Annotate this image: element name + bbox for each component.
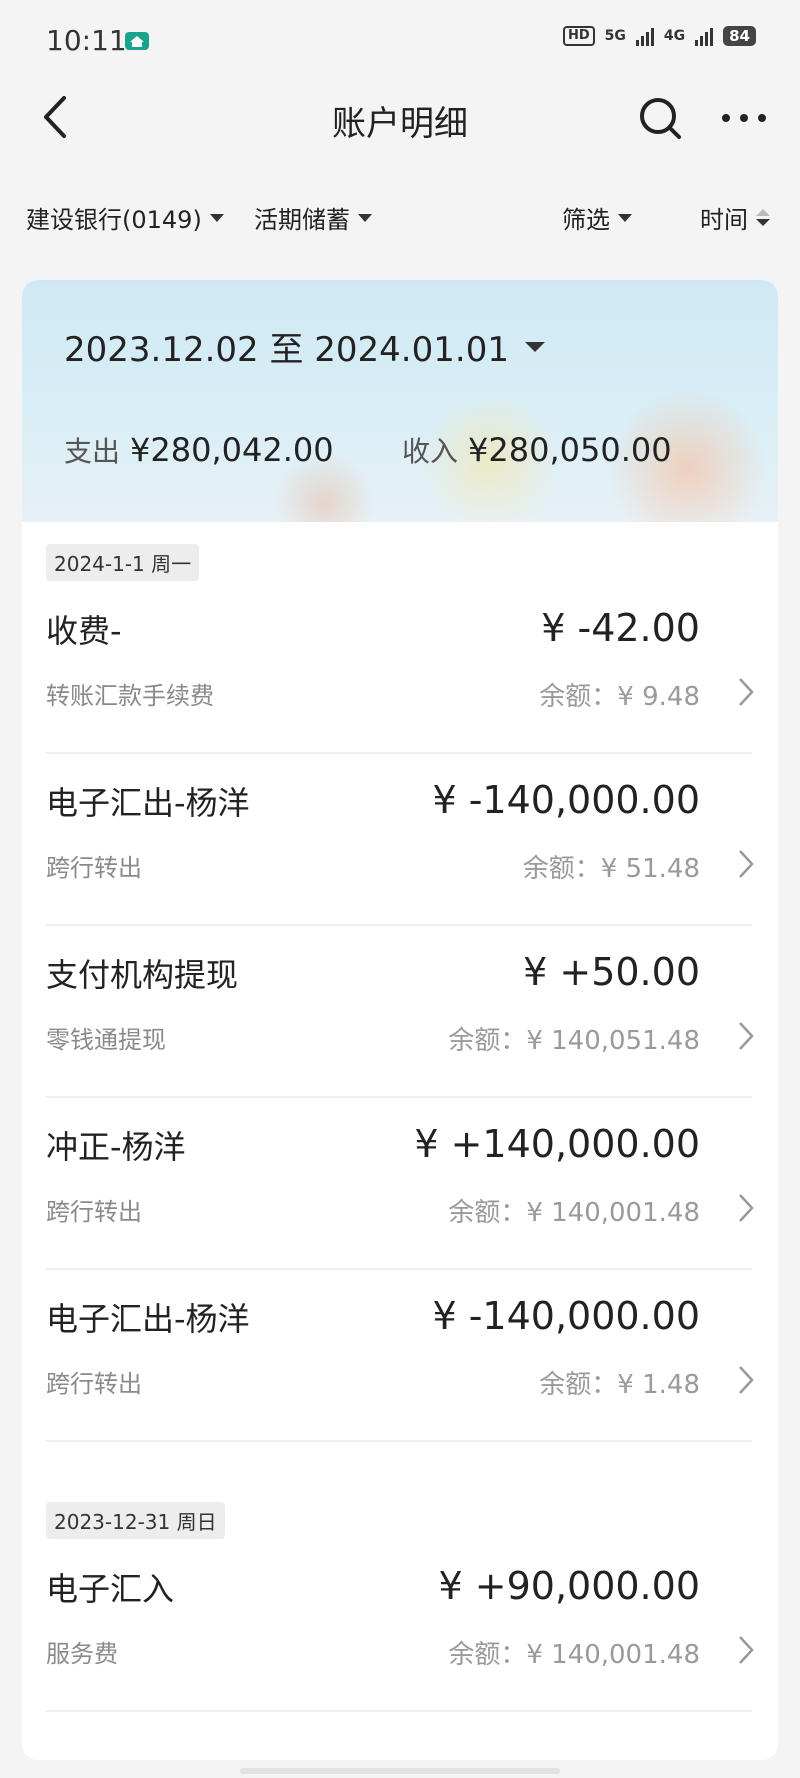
transaction-balance: 余额：¥ 1.48 [539,1370,700,1400]
status-indicators: HD 5G 4G 84 [562,26,756,46]
row-divider [46,1096,752,1098]
row-divider [46,1710,752,1712]
row-divider [46,752,752,754]
nav-bar: 账户明细 [0,80,800,160]
account-selector[interactable]: 建设银行(0149) [26,200,224,235]
chevron-right-icon [739,678,754,706]
sort-button[interactable]: 时间 [700,200,770,235]
house-app-icon [125,32,149,50]
filter-label: 筛选 [562,206,610,234]
transaction-balance: 余额：¥ 140,001.48 [448,1198,700,1228]
transaction-amount: ¥ +50.00 [523,950,700,994]
date-group-header: 2023-12-31 周日 [46,1502,225,1539]
transaction-title: 支付机构提现 [46,956,239,994]
transaction-amount: ¥ +140,000.00 [414,1122,700,1166]
status-time: 10:11 [46,24,127,57]
transaction-title: 电子汇出-杨洋 [46,784,250,822]
transaction-subtitle: 转账汇款手续费 [46,682,214,710]
transaction-balance: 余额：¥ 9.48 [539,682,700,712]
caret-down-icon [358,213,372,222]
transaction-row[interactable]: 电子汇出-杨洋 ¥ -140,000.00 跨行转出 余额：¥ 1.48 [46,1280,756,1451]
chevron-right-icon [739,1636,754,1664]
transaction-balance: 余额：¥ 140,001.48 [448,1640,700,1670]
chevron-right-icon [739,1194,754,1222]
transaction-balance: 余额：¥ 140,051.48 [448,1026,700,1056]
filter-button[interactable]: 筛选 [562,200,632,235]
signal-4g-icon [695,26,714,46]
transaction-subtitle: 服务费 [46,1640,118,1668]
row-divider [46,924,752,926]
transaction-row[interactable]: 收费- ¥ -42.00 转账汇款手续费 余额：¥ 9.48 [46,592,756,763]
caret-down-icon [524,341,545,352]
transaction-balance: 余额：¥ 51.48 [522,854,700,884]
sort-icon [756,209,770,226]
chevron-right-icon [739,1366,754,1394]
transaction-row[interactable]: 支付机构提现 ¥ +50.00 零钱通提现 余额：¥ 140,051.48 [46,936,756,1107]
transaction-title: 收费- [46,612,122,650]
transaction-subtitle: 跨行转出 [46,854,142,882]
signal-5g-label: 5G [604,28,626,44]
transaction-title: 电子汇出-杨洋 [46,1300,250,1338]
expense-value: ¥280,042.00 [130,431,334,469]
transaction-row[interactable]: 电子汇入 ¥ +90,000.00 服务费 余额：¥ 140,001.48 [46,1550,756,1721]
more-horizontal-icon[interactable] [720,106,768,130]
income-summary: 收入 ¥280,050.00 [402,430,672,470]
summary-banner: 2023.12.02 至 2024.01.01 支出 ¥280,042.00 收… [22,280,778,522]
transaction-amount: ¥ -42.00 [541,606,700,650]
chevron-right-icon [739,1022,754,1050]
expense-label: 支出 [64,435,121,468]
account-type-selector[interactable]: 活期储蓄 [254,200,372,235]
signal-4g-label: 4G [663,28,686,44]
row-divider [46,1268,752,1270]
status-bar: 10:11 HD 5G 4G 84 [0,0,800,80]
date-range-label: 2023.12.02 至 2024.01.01 [64,330,509,370]
date-range-selector[interactable]: 2023.12.02 至 2024.01.01 [64,322,545,371]
transaction-subtitle: 跨行转出 [46,1198,142,1226]
transaction-title: 电子汇入 [46,1570,175,1608]
transaction-amount: ¥ -140,000.00 [432,1294,700,1338]
income-value: ¥280,050.00 [468,431,672,469]
search-icon[interactable] [636,94,684,142]
transaction-amount: ¥ -140,000.00 [432,778,700,822]
account-label: 建设银行(0149) [26,206,202,234]
sort-label: 时间 [700,206,748,234]
chevron-right-icon [739,850,754,878]
transactions-card: 2023.12.02 至 2024.01.01 支出 ¥280,042.00 收… [22,280,778,1760]
battery-icon: 84 [723,26,756,46]
transaction-row[interactable]: 冲正-杨洋 ¥ +140,000.00 跨行转出 余额：¥ 140,001.48 [46,1108,756,1279]
transaction-subtitle: 零钱通提现 [46,1026,166,1054]
transaction-subtitle: 跨行转出 [46,1370,142,1398]
caret-down-icon [209,213,224,222]
date-group-header: 2024-1-1 周一 [46,544,200,581]
account-type-label: 活期储蓄 [254,206,350,234]
hd-badge: HD [562,26,595,46]
home-indicator[interactable] [240,1768,560,1774]
row-divider [46,1440,752,1442]
transaction-title: 冲正-杨洋 [46,1128,186,1166]
caret-down-icon [618,213,632,222]
filter-bar: 建设银行(0149) 活期储蓄 筛选 时间 [0,190,800,240]
transaction-row[interactable]: 电子汇出-杨洋 ¥ -140,000.00 跨行转出 余额：¥ 51.48 [46,764,756,935]
income-label: 收入 [402,435,459,468]
signal-5g-icon [635,26,654,46]
expense-summary: 支出 ¥280,042.00 [64,430,334,470]
transaction-amount: ¥ +90,000.00 [438,1564,701,1608]
